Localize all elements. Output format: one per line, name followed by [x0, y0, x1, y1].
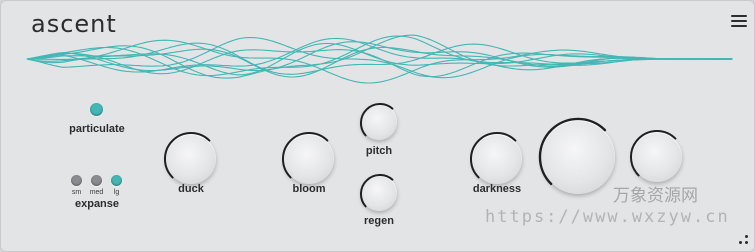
expanse-lg-label: lg — [113, 189, 120, 196]
expanse-lg-button[interactable] — [111, 175, 122, 186]
regen-knob[interactable] — [359, 173, 397, 211]
expanse-med-button[interactable] — [91, 175, 102, 186]
regen-label: regen — [364, 215, 394, 227]
expanse-sm-label: sm — [71, 189, 82, 196]
plugin-panel: ascent particulate sm med lg expanse duc… — [0, 0, 755, 252]
darkness-knob[interactable] — [469, 131, 522, 184]
knob-arc — [359, 173, 394, 208]
knob-arc — [469, 131, 517, 179]
knob-arc — [538, 117, 607, 186]
right-knob[interactable] — [629, 129, 682, 182]
expanse-label: expanse — [74, 198, 120, 210]
expanse-sm-button[interactable] — [71, 175, 82, 186]
watermark-url: https://www.wxzyw.cn — [485, 207, 730, 227]
resize-grip-icon[interactable] — [739, 233, 749, 245]
pitch-knob[interactable] — [359, 102, 397, 140]
particulate-label: particulate — [69, 123, 125, 135]
bloom-label: bloom — [292, 183, 326, 195]
knob-arc — [281, 131, 329, 179]
bloom-knob[interactable] — [281, 131, 334, 184]
pitch-label: pitch — [365, 145, 393, 157]
waveform-strand — [26, 49, 733, 78]
particulate-toggle[interactable] — [90, 103, 103, 116]
duck-knob[interactable] — [163, 131, 216, 184]
knob-arc — [359, 102, 394, 137]
watermark-text: 万象资源网 — [613, 186, 698, 205]
knob-arc — [163, 131, 211, 179]
darkness-label: darkness — [472, 183, 522, 195]
expanse-med-label: med — [89, 189, 104, 196]
duck-label: duck — [178, 183, 204, 195]
knob-arc — [629, 129, 677, 177]
main-knob[interactable] — [538, 117, 615, 194]
